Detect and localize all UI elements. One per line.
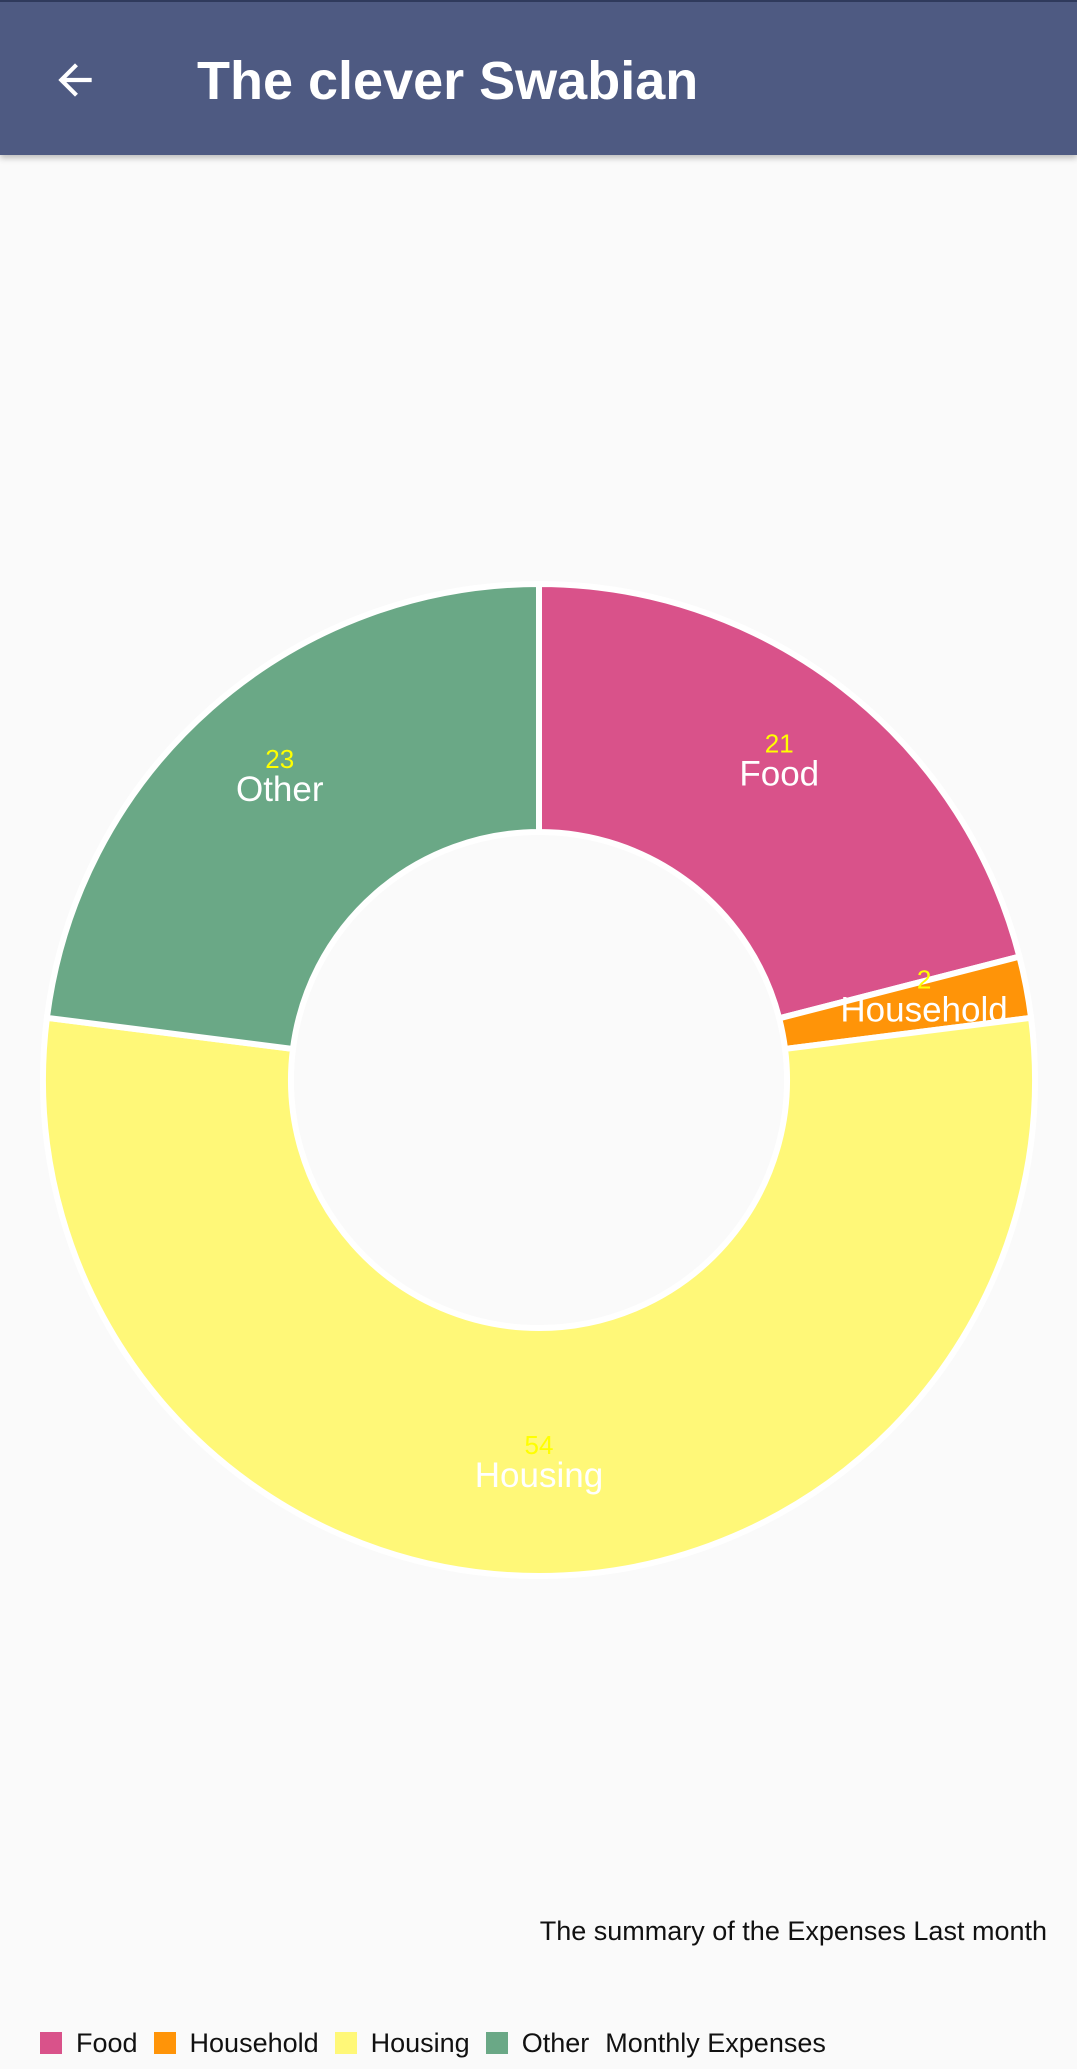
back-button[interactable] <box>30 40 120 120</box>
slice-food[interactable] <box>536 580 1024 1022</box>
page-title: The clever Swabian <box>197 51 699 111</box>
arrow-left-icon <box>58 63 92 97</box>
app-bar: The clever Swabian <box>0 0 1077 155</box>
legend-swatch <box>334 2032 357 2054</box>
slice-other[interactable] <box>43 580 542 1053</box>
legend-item-food: Food <box>40 2028 138 2059</box>
donut-chart: 21Food2Household54Housing23Other <box>40 580 1038 1579</box>
slice-label-other: Other <box>236 770 324 809</box>
slice-label-food: Food <box>739 754 819 793</box>
chart-legend: Food Household Housing Other Monthly Expens… <box>40 2026 826 2060</box>
legend-label: Housing <box>370 2027 470 2058</box>
legend-item-other: Other <box>485 2027 590 2059</box>
legend-label: Household <box>189 2027 319 2058</box>
legend-item-household: Household <box>153 2027 319 2059</box>
legend-item-housing: Housing <box>334 2027 470 2059</box>
slice-label-housing: Housing <box>475 1456 603 1495</box>
legend-title: Monthly Expenses <box>605 2027 826 2058</box>
legend-swatch <box>485 2032 508 2054</box>
chart-description: The summary of the Expenses Last month <box>539 1916 1047 1946</box>
legend-label: Other <box>521 2027 590 2058</box>
legend-swatch <box>153 2032 176 2054</box>
slice-label-household: Household <box>840 991 1007 1030</box>
chart-slices <box>40 580 1038 1579</box>
legend-label: Food <box>76 2027 138 2058</box>
legend-swatch <box>40 2032 62 2054</box>
